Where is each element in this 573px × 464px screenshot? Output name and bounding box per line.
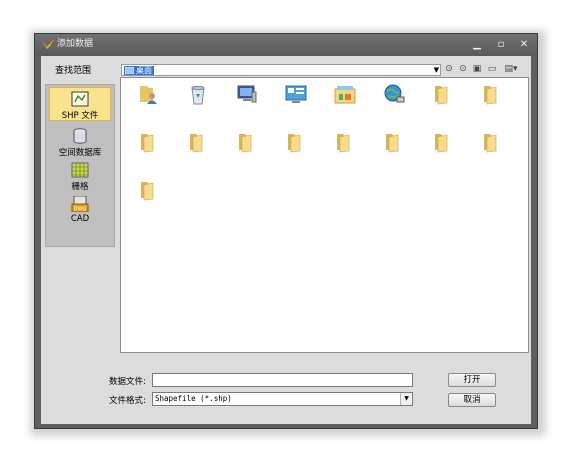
look-in-label: 查找范围 — [55, 66, 92, 76]
file-format-label: 文件格式: — [109, 396, 146, 406]
window-title: 添加数据 — [57, 39, 94, 49]
user-icon[interactable] — [137, 82, 161, 106]
desktop-icon — [125, 67, 134, 74]
up-folder-icon[interactable]: ⊙ — [457, 63, 469, 75]
look-in-selected: 桌面 — [124, 66, 154, 75]
dialog-body: 查找范围 桌面 ▼ ⊙ ⊙ ▣ ▭ ▤▾ SHP 文件 空间数据库 栅格 DWG… — [41, 56, 531, 424]
sidebar-item-label: 空间数据库 — [58, 148, 102, 158]
control-panel-icon[interactable] — [284, 82, 308, 106]
folder-icon[interactable] — [480, 82, 504, 106]
close-button[interactable]: ✕ — [512, 36, 536, 54]
folder-icon[interactable] — [333, 130, 357, 154]
cancel-button[interactable]: 取消 — [448, 393, 496, 407]
chevron-down-icon[interactable]: ▼ — [400, 393, 412, 405]
folder-icon[interactable] — [137, 130, 161, 154]
shapefile-icon — [71, 91, 89, 107]
folder-icon[interactable] — [431, 82, 455, 106]
back-icon[interactable]: ⊙ — [443, 63, 455, 75]
look-in-combobox[interactable]: 桌面 ▼ — [121, 64, 441, 76]
sidebar-item-label: SHP 文件 — [61, 111, 99, 121]
sidebar-item-shp[interactable]: SHP 文件 — [49, 87, 111, 121]
file-name-input[interactable] — [152, 373, 413, 387]
database-icon — [73, 128, 87, 144]
add-data-dialog: 添加数据 ▁ ▫ ✕ 查找范围 桌面 ▼ ⊙ ⊙ ▣ ▭ ▤▾ SHP 文件 空… — [34, 33, 538, 429]
file-format-select[interactable]: Shapefile (*.shp) ▼ — [152, 392, 413, 406]
places-sidebar: SHP 文件 空间数据库 栅格 DWG CAD — [45, 84, 115, 247]
file-name-label: 数据文件: — [109, 377, 146, 387]
new-folder-icon[interactable]: ▭ — [486, 63, 498, 75]
folder-icon[interactable] — [235, 130, 259, 154]
raster-grid-icon — [71, 162, 89, 178]
title-bar[interactable]: 添加数据 ▁ ▫ ✕ — [35, 34, 537, 56]
sidebar-item-cad[interactable]: DWG CAD — [49, 193, 111, 225]
sidebar-item-raster[interactable]: 栅格 — [49, 159, 111, 192]
svg-text:DWG: DWG — [74, 207, 87, 213]
sidebar-item-database[interactable]: 空间数据库 — [49, 125, 111, 158]
folder-icon[interactable] — [284, 130, 308, 154]
computer-icon[interactable] — [235, 82, 259, 106]
cad-dwg-icon: DWG — [71, 196, 89, 212]
view-menu-icon[interactable]: ▤▾ — [502, 63, 520, 75]
network-icon[interactable] — [382, 82, 406, 106]
dropdown-arrow-icon[interactable]: ▼ — [434, 65, 439, 75]
library-icon[interactable] — [333, 82, 357, 106]
sidebar-item-label: 栅格 — [71, 182, 89, 192]
folder-icon[interactable] — [480, 130, 504, 154]
recent-icon[interactable]: ▣ — [471, 63, 483, 75]
look-in-path: 桌面 — [136, 66, 152, 75]
app-logo-icon — [42, 39, 54, 49]
minimize-button[interactable]: ▁ — [465, 36, 489, 54]
file-list[interactable] — [120, 77, 529, 353]
file-format-value: Shapefile (*.shp) — [155, 394, 232, 403]
folder-icon[interactable] — [137, 178, 161, 202]
open-button[interactable]: 打开 — [448, 373, 496, 387]
sidebar-item-label: CAD — [70, 214, 90, 224]
folder-icon[interactable] — [431, 130, 455, 154]
maximize-button[interactable]: ▫ — [489, 36, 513, 54]
recycle-bin-icon[interactable] — [186, 82, 210, 106]
folder-icon[interactable] — [186, 130, 210, 154]
folder-icon[interactable] — [382, 130, 406, 154]
